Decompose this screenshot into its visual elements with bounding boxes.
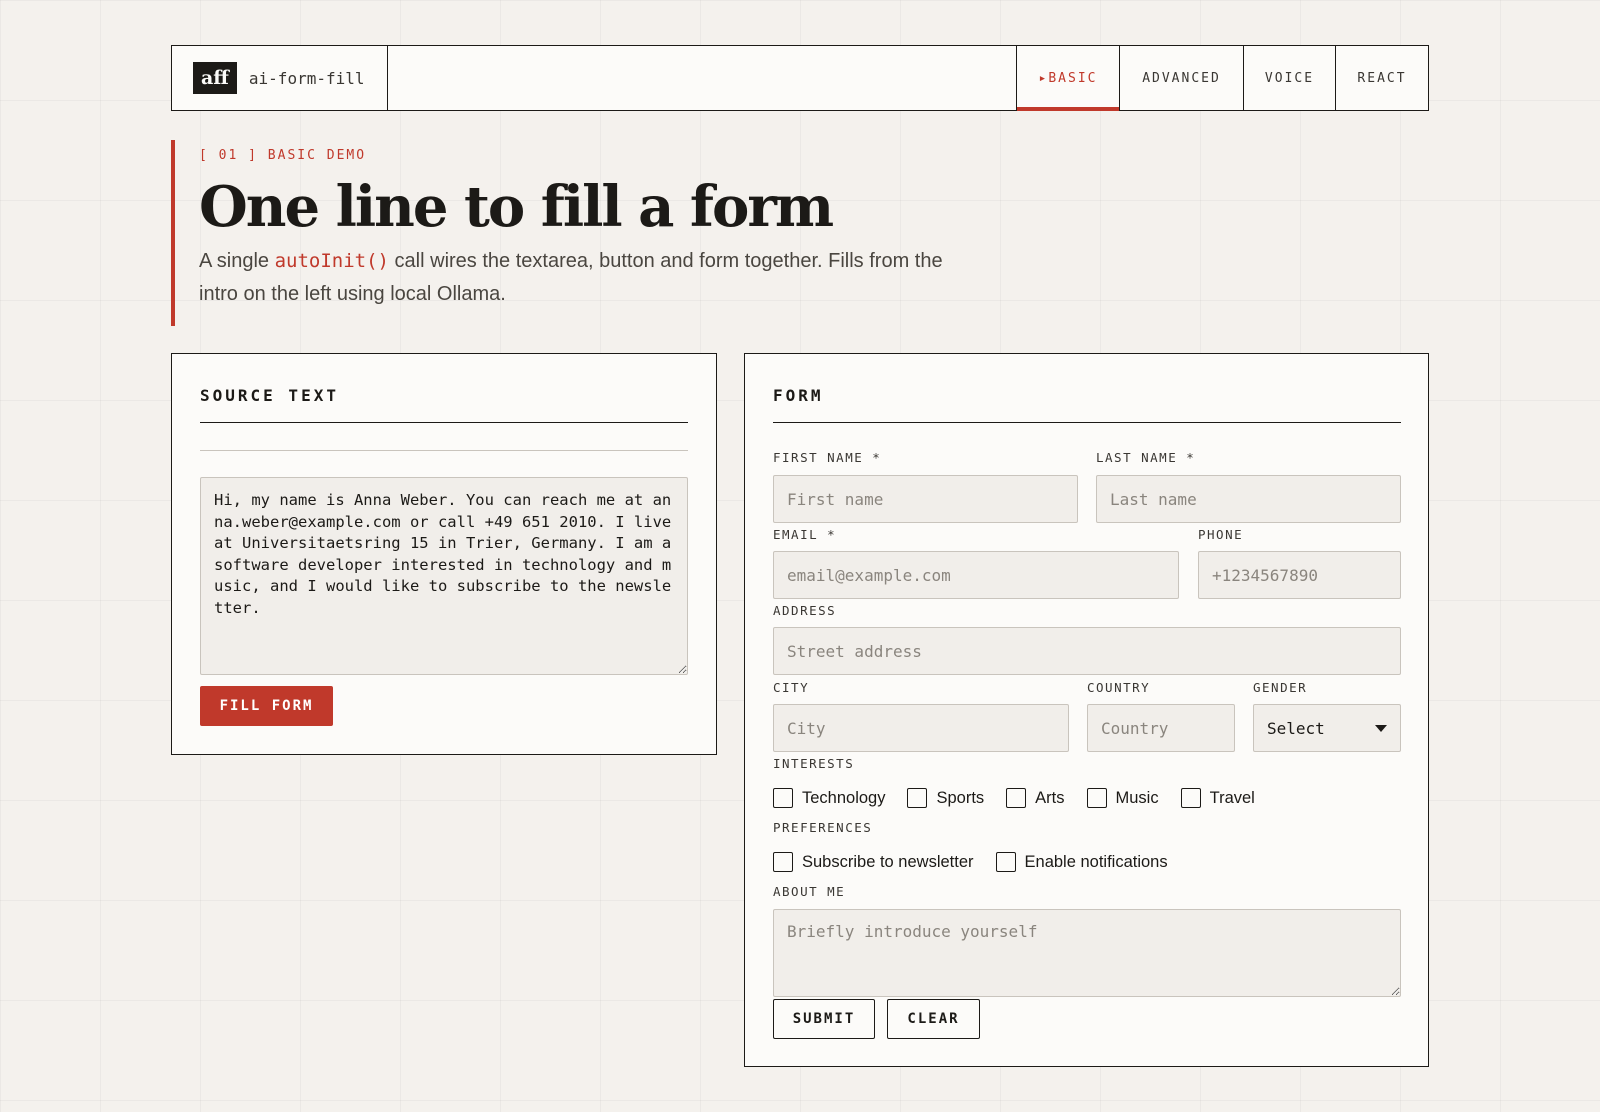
lead-code: autoInit() [274,250,389,272]
interests-label: INTERESTS [773,756,855,771]
brand-name: ai-form-fill [248,68,365,88]
source-textarea[interactable]: Hi, my name is Anna Weber. You can reach… [200,477,688,675]
clear-button[interactable]: CLEAR [887,999,980,1039]
about-textarea[interactable] [773,909,1401,997]
page-lead: A single autoInit() call wires the texta… [199,245,959,311]
country-input[interactable] [1087,704,1235,752]
checkbox-icon[interactable] [1086,788,1107,808]
gender-label: GENDER [1253,680,1308,695]
pref-newsletter[interactable]: Subscribe to newsletter [773,852,974,872]
checkbox-label: Subscribe to newsletter [802,852,974,871]
checkbox-icon[interactable] [773,788,793,808]
address-input[interactable] [773,627,1401,675]
phone-input[interactable] [1198,551,1401,599]
gender-select[interactable]: Select [1253,704,1401,752]
about-label: ABOUT ME [773,884,846,899]
top-nav: aff ai-form-fill ▸BASIC ADVANCED VOICE R… [171,45,1429,111]
phone-label: PHONE [1198,527,1244,542]
last-name-label: LAST NAME * [1096,450,1196,465]
tab-react[interactable]: REACT [1335,46,1428,110]
checkbox-icon[interactable] [773,852,793,872]
hero: [ 01 ] BASIC DEMO One line to fill a for… [171,140,1071,326]
email-label: EMAIL * [773,527,837,542]
form-title-rule [773,422,1401,423]
tab-basic[interactable]: ▸BASIC [1016,46,1119,111]
first-name-label: FIRST NAME * [773,450,882,465]
source-divider [200,450,688,451]
last-name-input[interactable] [1096,475,1401,523]
tab-voice[interactable]: VOICE [1243,46,1335,110]
checkbox-label: Music [1115,788,1159,807]
source-panel-title: SOURCE TEXT [200,386,339,405]
checkbox-icon[interactable] [1006,788,1027,808]
email-input[interactable] [773,551,1179,599]
tab-advanced[interactable]: ADVANCED [1119,46,1243,110]
chevron-down-icon [1375,724,1387,732]
interest-technology[interactable]: Technology [773,788,885,808]
checkbox-label: Enable notifications [1024,852,1168,871]
brand[interactable]: aff ai-form-fill [172,46,388,110]
country-label: COUNTRY [1087,680,1151,695]
submit-button[interactable]: SUBMIT [773,999,875,1039]
lead-text-start: A single [199,250,275,272]
checkbox-icon[interactable] [1180,788,1201,808]
address-label: ADDRESS [773,603,837,618]
checkbox-icon[interactable] [995,852,1016,872]
fill-form-button[interactable]: FILL FORM [200,686,333,726]
source-panel: SOURCE TEXT Hi, my name is Anna Weber. Y… [171,353,717,755]
section-kicker: [ 01 ] BASIC DEMO [199,148,367,163]
checkbox-label: Sports [936,788,985,807]
city-label: CITY [773,680,810,695]
interest-arts[interactable]: Arts [1006,788,1065,808]
preferences-label: PREFERENCES [773,820,873,835]
pref-notifications[interactable]: Enable notifications [995,852,1168,872]
first-name-input[interactable] [773,475,1078,523]
checkbox-label: Travel [1209,788,1255,807]
preferences-group: Subscribe to newsletter Enable notificat… [773,852,1190,872]
source-title-rule [200,422,688,423]
brand-logo: aff [193,62,237,94]
checkbox-label: Technology [802,788,886,807]
form-panel: FORM FIRST NAME * LAST NAME * EMAIL * PH… [744,353,1429,1067]
checkbox-label: Arts [1035,788,1065,807]
interest-music[interactable]: Music [1086,788,1159,808]
interest-travel[interactable]: Travel [1180,788,1255,808]
city-input[interactable] [773,704,1069,752]
gender-select-value: Select [1267,718,1325,738]
interest-sports[interactable]: Sports [907,788,984,808]
page-title: One line to fill a form [199,174,834,240]
form-panel-title: FORM [773,386,824,405]
interests-group: Technology Sports Arts Music Travel [773,788,1277,808]
checkbox-icon[interactable] [907,788,928,808]
